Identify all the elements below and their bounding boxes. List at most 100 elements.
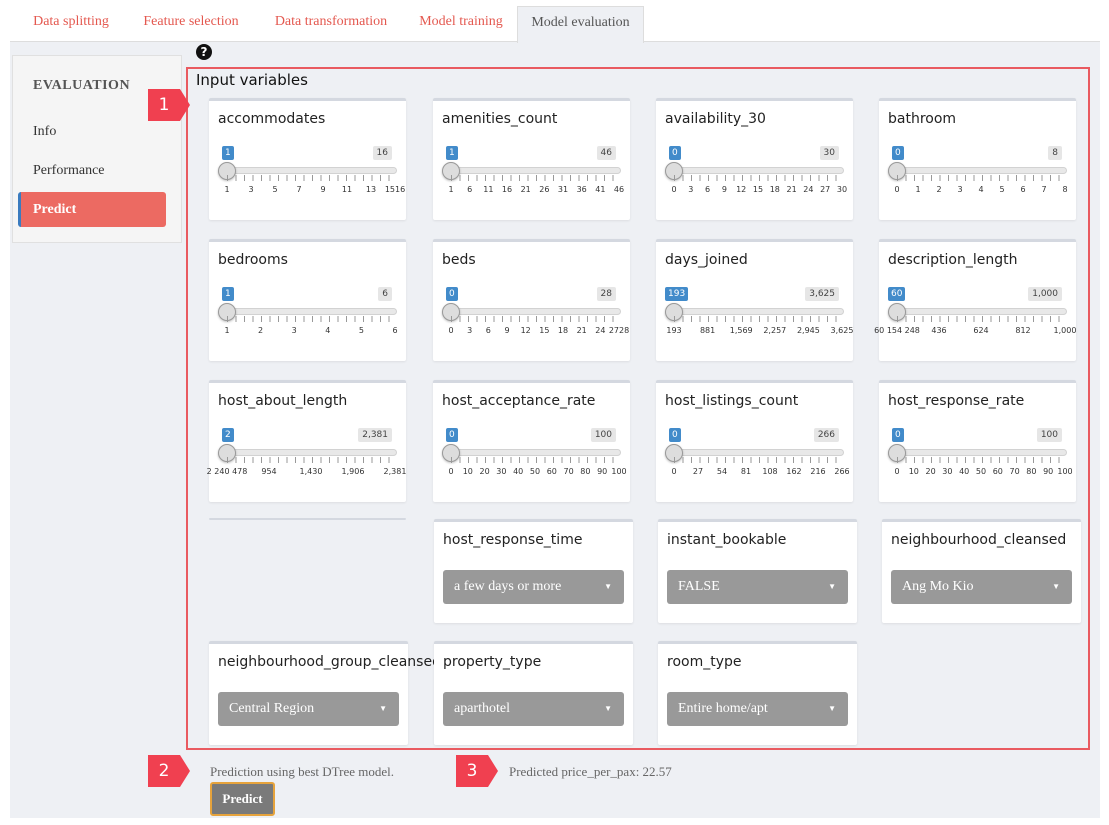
slider-track[interactable] [221, 308, 397, 315]
select-dropdown[interactable]: aparthotel ▼ [443, 692, 624, 726]
slider-tick-label: 6 [1020, 185, 1026, 194]
select-dropdown[interactable]: Central Region ▼ [218, 692, 399, 726]
select-dropdown[interactable]: Ang Mo Kio ▼ [891, 570, 1072, 604]
slider-track[interactable] [891, 449, 1067, 456]
panel-title: Input variables [196, 71, 308, 89]
slider-tick-label: 2,257 [763, 326, 787, 335]
slider-tick-label: 31 [557, 185, 569, 194]
slider-tick-label: 216 [810, 467, 826, 476]
select-dropdown[interactable]: FALSE ▼ [667, 570, 848, 604]
slider-max-badge: 6 [378, 287, 392, 301]
slider-value-badge: 1 [222, 287, 234, 301]
slider-card-host-response-rate: host_response_rate 0 100 0 10 20 30 40 50 60 70… [879, 380, 1076, 502]
slider-max-badge: 28 [596, 287, 616, 301]
slider-tick-label: 6 [467, 185, 473, 194]
sidebar-item-predict[interactable]: Predict [18, 192, 166, 227]
tab-feature-selection[interactable]: Feature selection [126, 6, 256, 42]
slider-max-badge: 16 [372, 146, 392, 160]
slider-tick-label: 24 [595, 326, 606, 335]
slider-label: description_length [888, 252, 1018, 268]
slider-ticks [451, 316, 621, 322]
slider-tick-label: 20 [925, 467, 936, 476]
slider-tick-label: 54 [716, 467, 728, 476]
slider-max-badge: 8 [1048, 146, 1062, 160]
slider-tick-label: 9 [320, 185, 326, 194]
select-card-neighbourhood-group-cleansed: neighbourhood_group_cleansed Central Reg… [209, 641, 441, 745]
slider-tick-label: 26 [539, 185, 550, 194]
callout-marker-1: 1 [148, 89, 190, 121]
slider-track[interactable] [445, 167, 621, 174]
slider-track[interactable] [891, 308, 1067, 315]
sidebar-item-performance[interactable]: Performance [33, 163, 105, 179]
caret-down-icon: ▼ [1052, 582, 1060, 591]
slider-value-badge: 0 [892, 428, 904, 442]
slider-track[interactable] [221, 449, 397, 456]
slider-tick-label: 0 [894, 467, 900, 476]
slider-tick-label: 1,569 [729, 326, 753, 335]
select-dropdown[interactable]: a few days or more ▼ [443, 570, 624, 604]
slider-track[interactable] [221, 167, 397, 174]
slider-max-badge: 46 [596, 146, 616, 160]
slider-tick-label: 9 [721, 185, 727, 194]
slider-tick-labels: 0 27 54 81 108 162 216 266 [671, 467, 849, 479]
slider-tick-label: 6 [392, 326, 398, 335]
slider-card-amenities-count: amenities_count 1 46 1 6 11 16 21 26 31 36 41 46 [433, 98, 630, 220]
slider-tick-label: 18 [769, 185, 780, 194]
slider-track[interactable] [668, 449, 844, 456]
slider-tick-label: 10 [462, 467, 473, 476]
slider-tick-label: 81 [740, 467, 752, 476]
tab-data-splitting[interactable]: Data splitting [16, 6, 126, 42]
slider-track[interactable] [668, 167, 844, 174]
select-label: room_type [667, 654, 742, 670]
slider-tick-label: 30 [836, 185, 848, 194]
help-icon[interactable]: ? [196, 44, 212, 60]
select-card-host-response-time: host_response_time a few days or more ▼ [434, 519, 633, 623]
slider-tick-label: 2,945 [796, 326, 820, 335]
select-value: Entire home/apt [678, 701, 768, 716]
select-card-property-type: property_type aparthotel ▼ [434, 641, 633, 745]
tab-model-evaluation[interactable]: Model evaluation [517, 6, 644, 43]
select-label: instant_bookable [667, 532, 787, 548]
slider-value-badge: 0 [446, 287, 458, 301]
predict-button[interactable]: Predict [210, 782, 275, 816]
slider-value-badge: 60 [888, 287, 906, 301]
slider-max-badge: 100 [590, 428, 616, 442]
slider-tick-label: 0 [671, 185, 677, 194]
slider-tick-label: 5 [272, 185, 278, 194]
slider-track[interactable] [891, 167, 1067, 174]
slider-tick-label: 954 [261, 467, 277, 476]
caret-down-icon: ▼ [828, 704, 836, 713]
slider-tick-labels: 0 10 20 30 40 50 60 70 80 90 100 [894, 467, 1072, 479]
slider-tick-label: 20 [479, 467, 490, 476]
empty-card [209, 518, 406, 520]
slider-tick-label: 27 [692, 467, 704, 476]
slider-tick-label: 18 [557, 326, 569, 335]
slider-ticks [227, 175, 397, 181]
slider-tick-label: 40 [959, 467, 970, 476]
tab-data-transformation[interactable]: Data transformation [256, 6, 406, 42]
slider-tick-label: 46 [613, 185, 625, 194]
slider-track[interactable] [668, 308, 844, 315]
slider-tick-label: 8 [1062, 185, 1068, 194]
select-dropdown[interactable]: Entire home/apt ▼ [667, 692, 848, 726]
slider-tick-label: 30 [942, 467, 953, 476]
slider-card-host-acceptance-rate: host_acceptance_rate 0 100 0 10 20 30 40 50 60… [433, 380, 630, 502]
tab-model-training[interactable]: Model training [406, 6, 516, 42]
sidebar-item-info[interactable]: Info [33, 124, 56, 140]
slider-tick-labels: 60 154 248 436 624 812 1,000 [874, 326, 1076, 338]
slider-tick-label: 4 [978, 185, 984, 194]
slider-track[interactable] [445, 449, 621, 456]
slider-label: host_listings_count [665, 393, 799, 409]
slider-tick-label: 2,381 [383, 467, 407, 476]
slider-tick-label: 15 [752, 185, 764, 194]
slider-tick-label: 60 [546, 467, 557, 476]
slider-ticks [897, 457, 1067, 463]
slider-value-badge: 2 [222, 428, 234, 442]
slider-max-badge: 266 [813, 428, 839, 442]
slider-tick-label: 1 [915, 185, 921, 194]
slider-card-host-about-length: host_about_length 2 2,381 2 240 478 954 1,… [207, 380, 407, 502]
slider-track[interactable] [445, 308, 621, 315]
slider-tick-label: 16 [501, 185, 513, 194]
slider-tick-label: 108 [762, 467, 778, 476]
slider-tick-label: 90 [597, 467, 608, 476]
